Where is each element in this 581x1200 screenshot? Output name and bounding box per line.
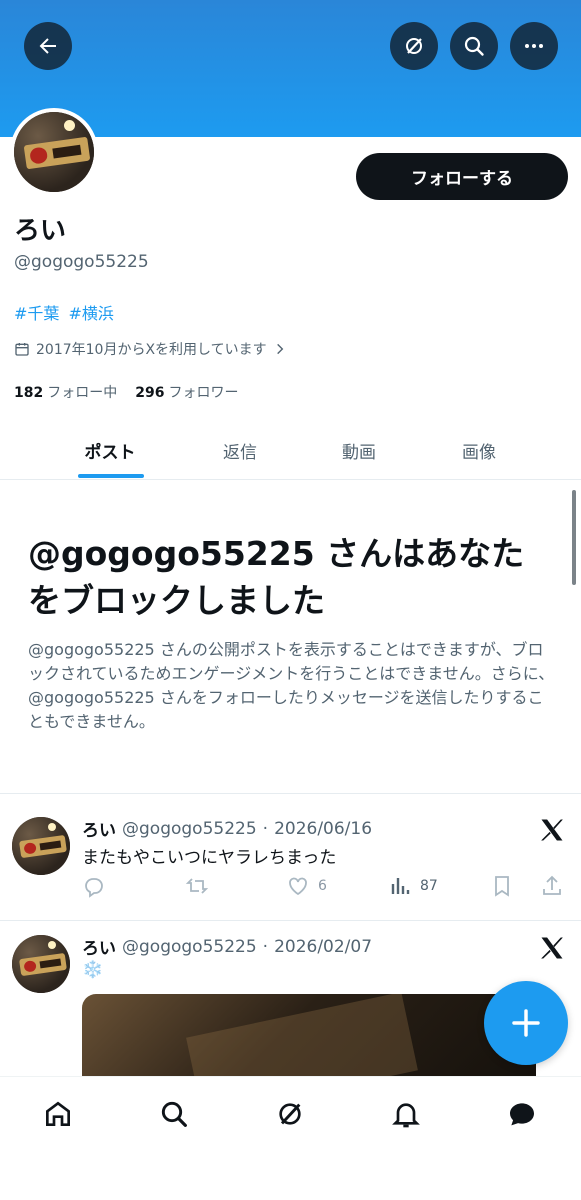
tab-posts[interactable]: ポスト [50,420,170,480]
bottom-navigation [0,1076,581,1200]
back-button[interactable] [24,22,72,70]
nav-messages[interactable] [503,1095,541,1133]
joined-text: 2017年10月からXを利用しています [36,342,267,358]
back-arrow-icon [39,38,56,54]
notifications-icon [392,1103,420,1128]
calendar-icon [15,343,29,356]
post-separator: · [262,818,269,839]
grok-icon [406,38,422,54]
view-count: 87 [420,878,438,894]
divider [0,920,581,921]
blocked-description: @gogogo55225 さんの公開ポストを表示することはできますが、ブロックさ… [28,640,555,731]
repost-icon [185,878,209,894]
nav-notifications[interactable] [387,1095,425,1133]
compose-button[interactable] [484,981,568,1065]
like-button[interactable]: 6 [286,874,327,898]
profile-avatar[interactable] [10,108,98,196]
blocked-title: @gogogo55225 さんはあなたをブロックしました [28,534,525,620]
post-author-handle[interactable]: @gogogo55225 [122,819,257,839]
joined-date[interactable]: 2017年10月からXを利用しています [14,339,287,359]
post-header: ろい @gogogo55225 · 2026/06/16 [82,816,372,842]
home-icon [46,1101,70,1126]
hashtag-link[interactable]: #横浜 [69,304,114,323]
views-button[interactable]: 87 [388,874,438,898]
tab-replies[interactable]: 返信 [180,420,300,480]
share-icon [543,875,561,895]
profile-handle: @gogogo55225 [14,252,149,272]
profile-name: ろい [14,216,67,246]
search-icon [464,36,484,56]
like-count: 6 [318,878,327,894]
bookmark-icon [495,876,509,897]
post-author-name[interactable]: ろい [82,816,116,841]
post-media-image[interactable] [82,994,536,1076]
tab-images[interactable]: 画像 [419,420,539,480]
grok-button[interactable] [390,22,438,70]
divider [0,793,581,794]
bookmark-button[interactable] [490,874,514,898]
nav-search[interactable] [155,1095,193,1133]
follow-button[interactable]: フォローする [356,153,568,200]
post-avatar[interactable] [12,817,70,875]
post-avatar[interactable] [12,935,70,993]
views-icon [391,878,410,894]
search-icon [161,1101,187,1127]
post-text: ❄️ [82,960,104,980]
post-author-handle[interactable]: @gogogo55225 [122,937,257,957]
messages-icon [510,1103,534,1126]
grok-icon [279,1103,301,1125]
post-date[interactable]: 2026/02/07 [274,937,372,957]
hashtag-link[interactable]: #千葉 [14,304,59,323]
repost-button[interactable] [185,874,209,898]
post-header: ろい @gogogo55225 · 2026/02/07 [82,934,372,960]
like-icon [289,877,307,896]
active-tab-indicator [78,474,144,478]
post-actions: 6 87 [82,874,566,902]
nav-home[interactable] [39,1095,77,1133]
more-button[interactable] [510,22,558,70]
post-date[interactable]: 2026/06/16 [274,819,372,839]
reply-button[interactable] [82,874,106,898]
reply-icon [85,878,103,898]
post-author-name[interactable]: ろい [82,934,116,959]
x-logo-icon [541,819,563,841]
search-button[interactable] [450,22,498,70]
compose-plus-icon [512,1009,540,1037]
tab-videos[interactable]: 動画 [299,420,419,480]
x-logo-icon [541,937,563,959]
profile-tabs: ポスト 返信 動画 画像 [0,420,581,480]
followers-link[interactable]: 296 フォロワー [135,382,238,402]
more-icon [525,44,543,48]
post-text: またもやこいつにヤラレちまった [82,848,337,868]
following-link[interactable]: 182 フォロー中 [14,382,117,402]
profile-tags: #千葉 #横浜 [14,300,118,324]
post-separator: · [262,936,269,957]
share-button[interactable] [540,874,564,898]
nav-grok[interactable] [271,1095,309,1133]
chevron-right-icon [276,343,283,355]
follow-counts: 182 フォロー中 296 フォロワー [14,382,238,402]
scrollbar[interactable] [572,490,576,585]
